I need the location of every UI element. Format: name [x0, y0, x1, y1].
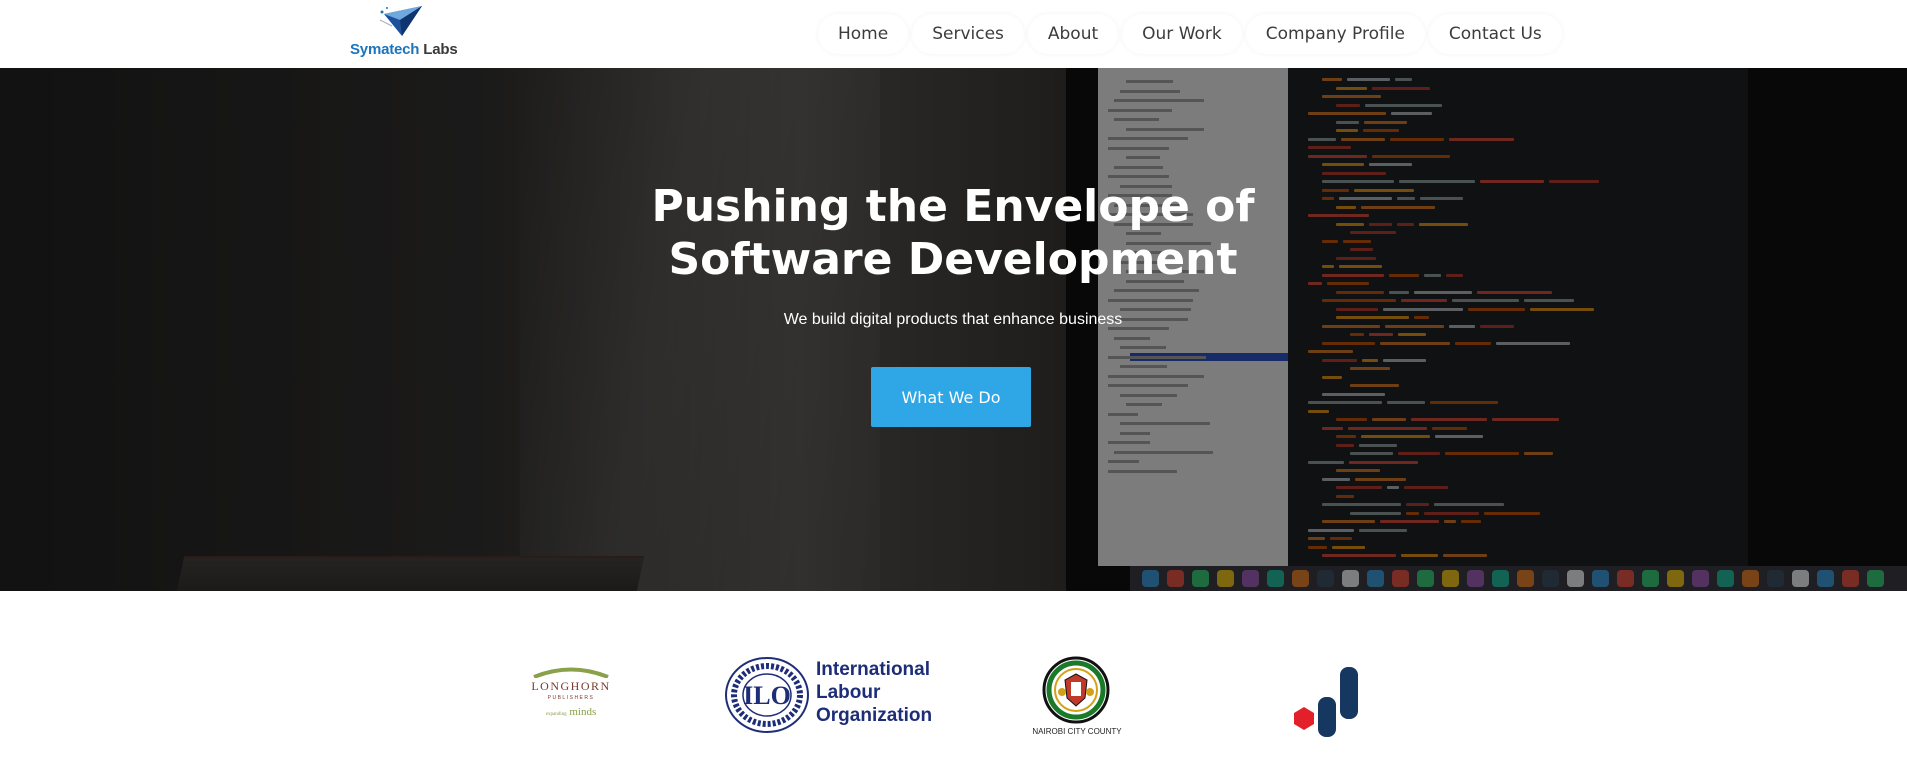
nairobi-name: NAIROBI CITY COUNTY — [1032, 727, 1122, 736]
partner-logos: LONGHORN PUBLISHERS expanding minds ILO … — [0, 591, 1907, 764]
ilo-line3: Organization — [816, 705, 933, 726]
brand-name: Symatech Labs — [350, 41, 458, 58]
longhorn-tag-small: expanding — [545, 712, 567, 717]
brand-logo[interactable]: Symatech Labs — [348, 6, 460, 60]
longhorn-tag-main: minds — [569, 706, 597, 718]
nav-services[interactable]: Services — [912, 14, 1024, 54]
nav-our-work[interactable]: Our Work — [1122, 14, 1242, 54]
longhorn-publishers-logo[interactable]: LONGHORN PUBLISHERS expanding minds — [520, 666, 622, 722]
hero-title-line2: Software Development — [668, 234, 1238, 285]
longhorn-tagline: expanding minds — [520, 706, 622, 718]
hero-subtitle: We build digital products that enhance b… — [783, 311, 1123, 328]
hero-dark-overlay — [0, 68, 1907, 591]
paper-plane-logo-icon — [379, 6, 422, 36]
ilo-line1: International — [816, 659, 931, 680]
nav-home[interactable]: Home — [818, 14, 909, 54]
top-navbar: Symatech Labs Home Services About Our Wo… — [0, 0, 1907, 68]
what-we-do-button[interactable]: What We Do — [871, 367, 1031, 427]
ilo-emblem-text: ILO — [743, 681, 791, 710]
nav-contact-us[interactable]: Contact Us — [1428, 14, 1562, 54]
main-nav: Home Services About Our Work Company Pro… — [818, 14, 1566, 54]
nav-about[interactable]: About — [1027, 14, 1119, 54]
hero-title-line1: Pushing the Envelope of — [651, 181, 1255, 232]
hero-section: Pushing the Envelope of Software Develop… — [0, 68, 1907, 591]
nairobi-city-county-logo[interactable]: NAIROBI CITY COUNTY — [1020, 656, 1134, 736]
brand-name-part2: Labs — [423, 41, 458, 58]
ilo-name: International Labour Organization — [816, 658, 932, 727]
longhorn-name: LONGHORN — [531, 679, 611, 693]
nav-company-profile[interactable]: Company Profile — [1245, 14, 1425, 54]
longhorn-arc-icon — [533, 667, 609, 678]
ilo-logo[interactable]: ILO International Labour Organization — [724, 656, 934, 734]
hero-title: Pushing the Envelope of Software Develop… — [553, 180, 1353, 286]
ilo-emblem-icon: ILO — [725, 657, 809, 733]
bar-chart-logo-icon — [1294, 667, 1358, 737]
bars-partner-logo[interactable] — [1290, 661, 1370, 741]
nairobi-crest-icon — [1042, 656, 1110, 724]
ilo-line2: Labour — [816, 682, 881, 703]
longhorn-publishers: PUBLISHERS — [547, 695, 595, 701]
brand-name-part1: Symatech — [350, 41, 420, 58]
